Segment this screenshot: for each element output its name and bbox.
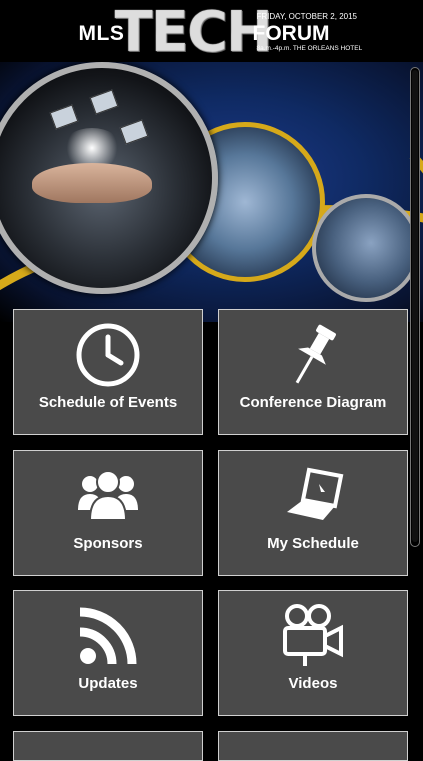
event-venue: 8a.m.-4p.m. THE ORLEANS HOTEL — [256, 45, 363, 52]
touch-devices-image — [312, 194, 420, 302]
tile-conference-diagram[interactable]: Conference Diagram — [218, 309, 408, 435]
tile-label: Sponsors — [73, 535, 143, 552]
video-camera-icon — [278, 601, 348, 671]
tile-label: Schedule of Events — [38, 394, 178, 411]
device-icon — [49, 104, 79, 130]
laptop-icon — [278, 461, 348, 531]
hero-banner — [0, 62, 423, 322]
tile-label: Updates — [78, 675, 138, 692]
device-icon — [89, 89, 119, 115]
glow-decoration — [62, 128, 122, 168]
mls-tech-forum-logo: MLS TECH FRIDAY, OCTOBER 2, 2015 FORUM 8… — [77, 0, 363, 65]
tile-updates[interactable]: Updates — [13, 590, 203, 716]
tile-label: Conference Diagram — [239, 394, 387, 411]
tile-label: Videos — [288, 675, 338, 692]
event-date: FRIDAY, OCTOBER 2, 2015 — [256, 12, 357, 21]
tile-my-schedule[interactable]: My Schedule — [218, 450, 408, 576]
logo-forum-text: FORUM — [252, 22, 330, 45]
tile-partial[interactable] — [13, 731, 203, 761]
clock-icon — [73, 320, 143, 390]
tile-schedule-of-events[interactable]: Schedule of Events — [13, 309, 203, 435]
tile-partial[interactable] — [218, 731, 408, 761]
tile-videos[interactable]: Videos — [218, 590, 408, 716]
rss-icon — [73, 601, 143, 671]
tile-sponsors[interactable]: Sponsors — [13, 450, 203, 576]
logo-tech-text: TECH — [114, 0, 273, 65]
app-header: MLS TECH FRIDAY, OCTOBER 2, 2015 FORUM 8… — [0, 0, 423, 65]
scrollbar-thumb[interactable] — [412, 70, 418, 542]
tile-label: My Schedule — [267, 535, 359, 552]
pushpin-icon — [278, 320, 348, 390]
people-group-icon — [73, 461, 143, 531]
hands-decoration — [32, 163, 152, 203]
device-icon — [119, 119, 149, 145]
scrollbar[interactable] — [410, 67, 420, 547]
